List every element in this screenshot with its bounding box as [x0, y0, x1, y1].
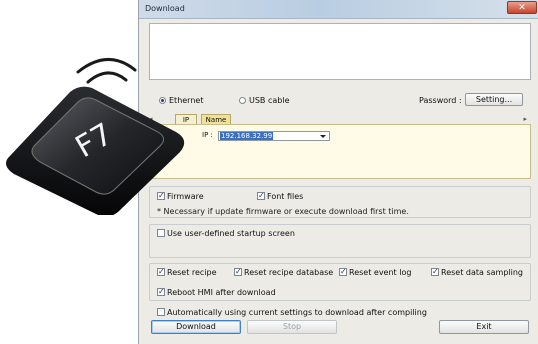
- reset-recipe-checkbox[interactable]: [157, 267, 165, 277]
- reset-recipe-label: Reset recipe: [167, 268, 217, 277]
- reset-recipe-database-checkbox[interactable]: [234, 267, 242, 277]
- tab-scroll-right-icon[interactable]: ▸: [523, 115, 527, 123]
- reset-event-log-label: Reset event log: [349, 268, 412, 277]
- startup-screen-checkbox[interactable]: [157, 229, 165, 237]
- font-files-checkbox[interactable]: [257, 191, 265, 201]
- exit-button[interactable]: Exit: [439, 320, 529, 334]
- stop-button[interactable]: Stop: [247, 320, 337, 334]
- reset-event-log-checkbox[interactable]: [339, 267, 347, 277]
- reboot-hmi-checkbox[interactable]: [157, 287, 165, 297]
- download-button[interactable]: Download: [151, 320, 241, 334]
- ip-label: IP :: [202, 131, 213, 139]
- ip-address-value: 192.168.32.99: [220, 132, 274, 140]
- reset-data-sampling-label: Reset data sampling: [441, 268, 523, 277]
- reset-data-sampling-checkbox[interactable]: [431, 267, 439, 277]
- startup-screen-label: Use user-defined startup screen: [167, 229, 295, 238]
- close-icon: ✕: [518, 3, 526, 13]
- f7-keycap-icon: F7: [6, 58, 185, 215]
- press-wave-outer: [76, 58, 137, 74]
- target-tab-strip: ◂ IP Name ▸: [149, 114, 531, 124]
- tab-name[interactable]: Name: [201, 114, 231, 124]
- close-button[interactable]: ✕: [507, 1, 537, 14]
- press-wave-inner: [86, 71, 128, 84]
- window-title: Download: [145, 4, 185, 13]
- chevron-down-icon: [320, 135, 326, 138]
- auto-download-label: Automatically using current settings to …: [167, 308, 427, 317]
- password-label: Password :: [419, 96, 462, 105]
- ip-address-dropdown[interactable]: 192.168.32.99: [218, 131, 330, 141]
- download-log-area: [149, 23, 531, 80]
- reset-recipe-database-label: Reset recipe database: [244, 268, 334, 277]
- title-bar: Download ✕: [139, 0, 538, 19]
- usb-cable-radio[interactable]: [239, 97, 246, 104]
- usb-cable-label: USB cable: [249, 96, 290, 105]
- setting-button[interactable]: Setting...: [465, 93, 523, 106]
- auto-download-checkbox[interactable]: [157, 308, 165, 316]
- reboot-hmi-label: Reboot HMI after download: [167, 288, 276, 297]
- font-files-label: Font files: [267, 192, 304, 201]
